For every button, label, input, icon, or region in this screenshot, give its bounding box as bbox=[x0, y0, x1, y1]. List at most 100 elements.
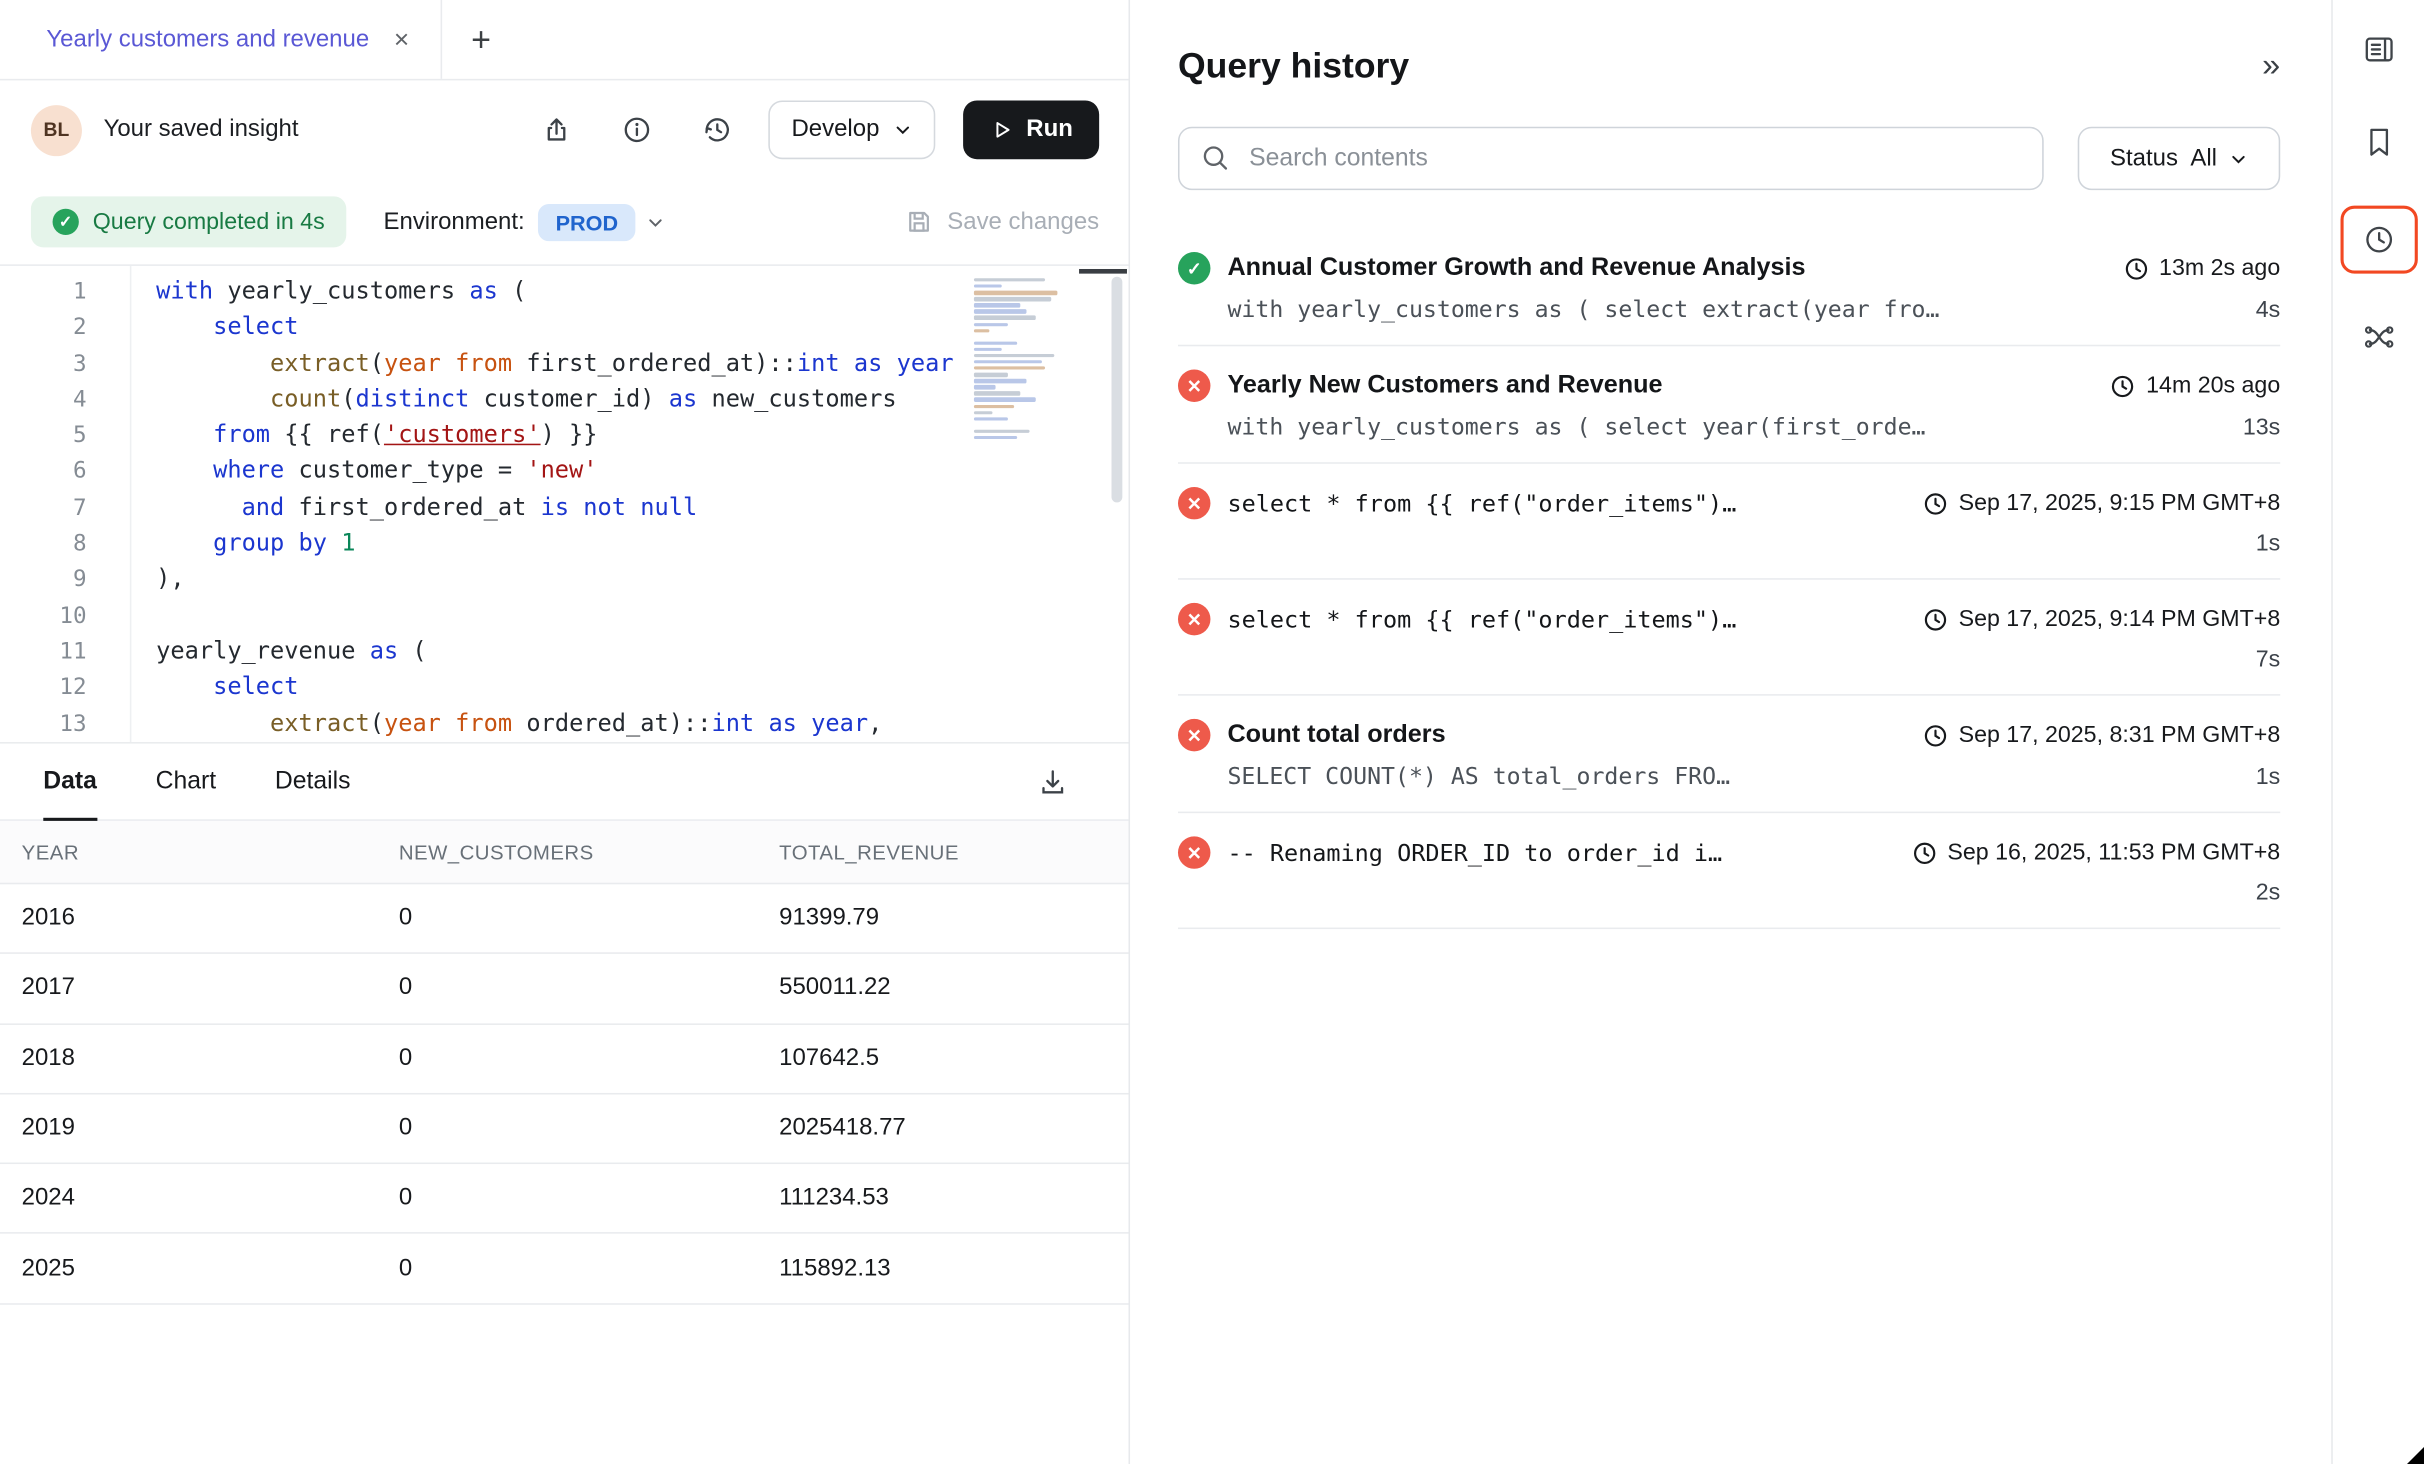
tab-chart[interactable]: Chart bbox=[156, 744, 216, 820]
bookmark-icon bbox=[2363, 125, 2394, 159]
results-tab-bar: Data Chart Details bbox=[0, 744, 1129, 821]
code-line: extract(year from ordered_at)::int as ye… bbox=[156, 706, 1128, 742]
history-item-time: Sep 17, 2025, 8:31 PM GMT+8 bbox=[1923, 722, 2280, 748]
history-controls: Status All bbox=[1178, 127, 2280, 190]
right-icon-rail bbox=[2331, 0, 2424, 1464]
query-status-bar: ✓ Query completed in 4s Environment: PRO… bbox=[0, 179, 1129, 266]
table-header-row: YEAR NEW_CUSTOMERS TOTAL_REVENUE bbox=[0, 821, 1129, 884]
share-button[interactable] bbox=[527, 100, 586, 159]
collapse-panel-button[interactable]: » bbox=[2259, 47, 2280, 84]
code-line bbox=[156, 598, 1128, 634]
run-label: Run bbox=[1026, 116, 1073, 144]
editor-scrollbar-thumb[interactable] bbox=[1079, 269, 1127, 274]
history-item[interactable]: ✕ Count total ordersSep 17, 2025, 8:31 PM… bbox=[1178, 696, 2280, 813]
history-item-query: with yearly_customers as ( select extrac… bbox=[1227, 295, 2237, 323]
history-item-title: -- Renaming ORDER_ID to order_id i… bbox=[1227, 839, 1911, 867]
insight-header: BL Your saved insight Develop R bbox=[0, 80, 1129, 179]
history-item[interactable]: ✕-- Renaming ORDER_ID to order_id i…Sep … bbox=[1178, 813, 2280, 929]
table-row: 20250115892.13 bbox=[0, 1234, 1129, 1304]
table-cell: 2025418.77 bbox=[757, 1115, 1128, 1143]
save-changes-button[interactable]: Save changes bbox=[904, 207, 1099, 236]
run-button[interactable]: Run bbox=[963, 100, 1099, 159]
environment-label: Environment: bbox=[384, 208, 525, 236]
history-item-time: Sep 17, 2025, 9:14 PM GMT+8 bbox=[1923, 606, 2280, 632]
history-item-time: 13m 2s ago bbox=[2123, 255, 2280, 281]
develop-button[interactable]: Develop bbox=[768, 100, 935, 159]
bookmarks-button[interactable] bbox=[2349, 113, 2408, 172]
line-number: 9 bbox=[0, 562, 87, 598]
save-changes-label: Save changes bbox=[947, 208, 1099, 236]
editor-gutter: 12345678910111213 bbox=[0, 266, 130, 742]
line-number: 12 bbox=[0, 670, 87, 706]
info-icon bbox=[621, 114, 652, 145]
search-icon bbox=[1200, 142, 1231, 181]
editor-minimap[interactable] bbox=[974, 278, 1070, 442]
table-cell: 2024 bbox=[0, 1185, 377, 1213]
download-button[interactable] bbox=[1023, 752, 1082, 811]
table-row: 20240111234.53 bbox=[0, 1164, 1129, 1234]
table-cell: 107642.5 bbox=[757, 1045, 1128, 1073]
header-actions: Develop Run bbox=[527, 100, 1099, 159]
editor-scrollbar[interactable] bbox=[1112, 277, 1123, 503]
table-cell: 0 bbox=[377, 1115, 757, 1143]
code-line: ), bbox=[156, 562, 1128, 598]
clock-icon bbox=[2123, 256, 2148, 281]
history-item[interactable]: ✓Annual Customer Growth and Revenue Anal… bbox=[1178, 229, 2280, 346]
line-number: 3 bbox=[0, 346, 87, 382]
code-line: group by 1 bbox=[156, 526, 1128, 562]
table-row: 20180107642.5 bbox=[0, 1024, 1129, 1094]
environment-value-pill[interactable]: PROD bbox=[539, 203, 636, 240]
status-filter-dropdown[interactable]: Status All bbox=[2078, 127, 2281, 190]
line-number: 11 bbox=[0, 634, 87, 670]
table-body: 2016091399.7920170550011.2220180107642.5… bbox=[0, 884, 1129, 1304]
download-icon bbox=[1037, 766, 1068, 797]
code-line: and first_ordered_at is not null bbox=[156, 490, 1128, 526]
line-number: 10 bbox=[0, 598, 87, 634]
status-filter-value: All bbox=[2190, 145, 2217, 173]
table-cell: 2016 bbox=[0, 905, 377, 933]
table-cell: 0 bbox=[377, 975, 757, 1003]
tab-yearly-customers[interactable]: Yearly customers and revenue × bbox=[0, 0, 440, 79]
query-history-panel: Query history » Status All ✓Annual Custo… bbox=[1130, 0, 2331, 1464]
line-number: 2 bbox=[0, 310, 87, 346]
environment-control[interactable]: Environment: PROD bbox=[384, 203, 665, 240]
info-button[interactable] bbox=[608, 100, 667, 159]
sql-editor[interactable]: 12345678910111213 with yearly_customers … bbox=[0, 266, 1129, 742]
query-history-button[interactable] bbox=[2340, 206, 2417, 274]
error-icon: ✕ bbox=[1178, 719, 1210, 751]
line-number: 5 bbox=[0, 418, 87, 454]
lineage-button[interactable] bbox=[2349, 308, 2408, 367]
table-cell: 2019 bbox=[0, 1115, 377, 1143]
history-item-title: Annual Customer Growth and Revenue Analy… bbox=[1227, 254, 2123, 283]
column-header-year: YEAR bbox=[0, 840, 377, 863]
history-item-time: Sep 17, 2025, 9:15 PM GMT+8 bbox=[1923, 490, 2280, 516]
new-tab-button[interactable]: + bbox=[442, 0, 521, 79]
version-history-button[interactable] bbox=[688, 100, 747, 159]
results-section: Data Chart Details YEAR NEW_CUSTOMERS TO… bbox=[0, 742, 1129, 1464]
search-input[interactable] bbox=[1178, 127, 2044, 190]
table-cell: 0 bbox=[377, 1255, 757, 1283]
column-header-total-revenue: TOTAL_REVENUE bbox=[757, 840, 1128, 863]
tab-details[interactable]: Details bbox=[275, 744, 351, 820]
history-item-title: Yearly New Customers and Revenue bbox=[1227, 371, 2110, 400]
outline-panel-icon bbox=[2361, 32, 2395, 66]
outline-panel-button[interactable] bbox=[2349, 20, 2408, 79]
history-item-title: select * from {{ ref("order_items")… bbox=[1227, 605, 1923, 633]
avatar[interactable]: BL bbox=[31, 104, 82, 155]
share-icon bbox=[541, 114, 572, 145]
tab-data[interactable]: Data bbox=[43, 744, 97, 820]
line-number: 6 bbox=[0, 454, 87, 490]
close-tab-icon[interactable]: × bbox=[394, 26, 409, 52]
table-cell: 2025 bbox=[0, 1255, 377, 1283]
lineage-icon bbox=[2361, 320, 2395, 354]
history-item-title: Count total orders bbox=[1227, 720, 1923, 749]
error-icon: ✕ bbox=[1178, 369, 1210, 401]
insight-subtitle: Your saved insight bbox=[104, 116, 299, 144]
results-table: YEAR NEW_CUSTOMERS TOTAL_REVENUE 2016091… bbox=[0, 821, 1129, 1305]
history-item[interactable]: ✕select * from {{ ref("order_items")…Sep… bbox=[1178, 580, 2280, 696]
history-item[interactable]: ✕Yearly New Customers and Revenue14m 20s… bbox=[1178, 346, 2280, 463]
history-item-duration: 13s bbox=[2243, 414, 2280, 440]
editor-pane: Yearly customers and revenue × + BL Your… bbox=[0, 0, 1130, 1464]
history-item[interactable]: ✕select * from {{ ref("order_items")…Sep… bbox=[1178, 464, 2280, 580]
line-number: 1 bbox=[0, 274, 87, 310]
